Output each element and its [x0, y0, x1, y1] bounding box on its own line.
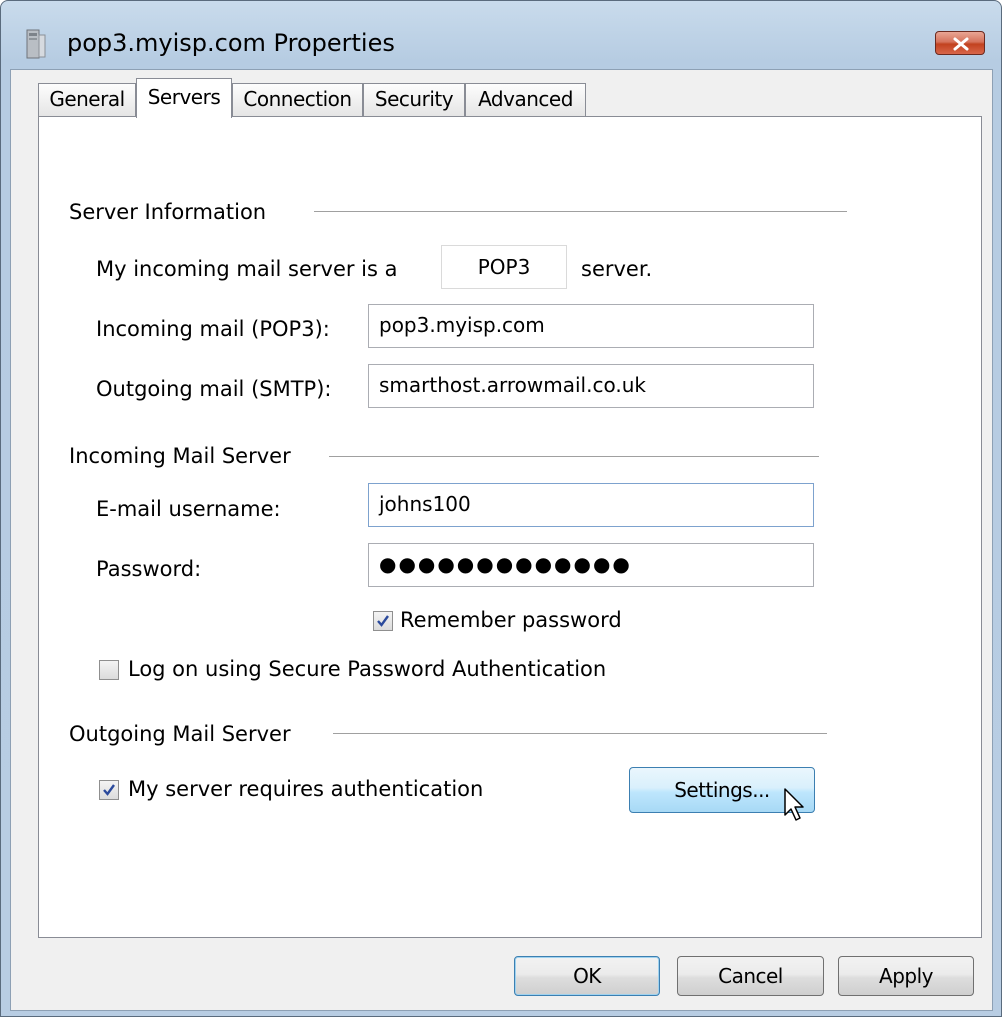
mouse-pointer-icon — [784, 788, 804, 821]
section-divider — [314, 211, 847, 212]
incoming-mail-field[interactable]: pop3.myisp.com — [368, 304, 814, 348]
checkmark-icon — [377, 615, 389, 627]
incoming-mail-label: Incoming mail (POP3): — [96, 317, 330, 341]
incoming-mail-server-heading: Incoming Mail Server — [69, 444, 291, 468]
incoming-server-type-field: POP3 — [441, 245, 567, 289]
checkmark-icon — [103, 784, 115, 796]
section-divider — [329, 456, 819, 457]
outgoing-mail-server-heading: Outgoing Mail Server — [69, 722, 291, 746]
incoming-type-prefix: My incoming mail server is a — [96, 257, 398, 281]
remember-password-checkbox[interactable] — [373, 611, 393, 631]
username-label: E-mail username: — [96, 497, 281, 521]
tab-connection[interactable]: Connection — [232, 83, 363, 116]
tab-security[interactable]: Security — [363, 83, 465, 116]
outgoing-mail-field[interactable]: smarthost.arrowmail.co.uk — [368, 364, 814, 408]
section-divider — [333, 733, 827, 734]
close-icon — [953, 37, 969, 51]
remember-password-label[interactable]: Remember password — [400, 608, 622, 632]
outgoing-mail-label: Outgoing mail (SMTP): — [96, 377, 332, 401]
tab-advanced[interactable]: Advanced — [465, 83, 586, 116]
server-information-heading: Server Information — [69, 200, 267, 224]
incoming-type-suffix: server. — [581, 257, 653, 281]
dialog-client-area: General Servers Connection Security Adva… — [10, 69, 993, 1011]
server-requires-auth-label[interactable]: My server requires authentication — [128, 777, 483, 801]
server-requires-auth-checkbox[interactable] — [99, 780, 119, 800]
password-label: Password: — [96, 557, 202, 581]
cancel-button[interactable]: Cancel — [677, 956, 824, 996]
ok-button[interactable]: OK — [514, 956, 660, 996]
server-icon — [25, 29, 47, 59]
properties-dialog: pop3.myisp.com Properties General Server… — [0, 0, 1002, 1017]
password-field[interactable]: ●●●●●●●●●●●●● — [368, 543, 814, 587]
close-button[interactable] — [935, 31, 985, 55]
tab-servers[interactable]: Servers — [136, 78, 232, 118]
tab-general[interactable]: General — [38, 83, 136, 116]
username-field[interactable]: johns100 — [368, 483, 814, 527]
apply-button[interactable]: Apply — [838, 956, 974, 996]
spa-label[interactable]: Log on using Secure Password Authenticat… — [128, 657, 606, 681]
servers-tab-panel: Server Information My incoming mail serv… — [38, 116, 982, 938]
window-title: pop3.myisp.com Properties — [67, 29, 395, 57]
spa-checkbox[interactable] — [99, 660, 119, 680]
